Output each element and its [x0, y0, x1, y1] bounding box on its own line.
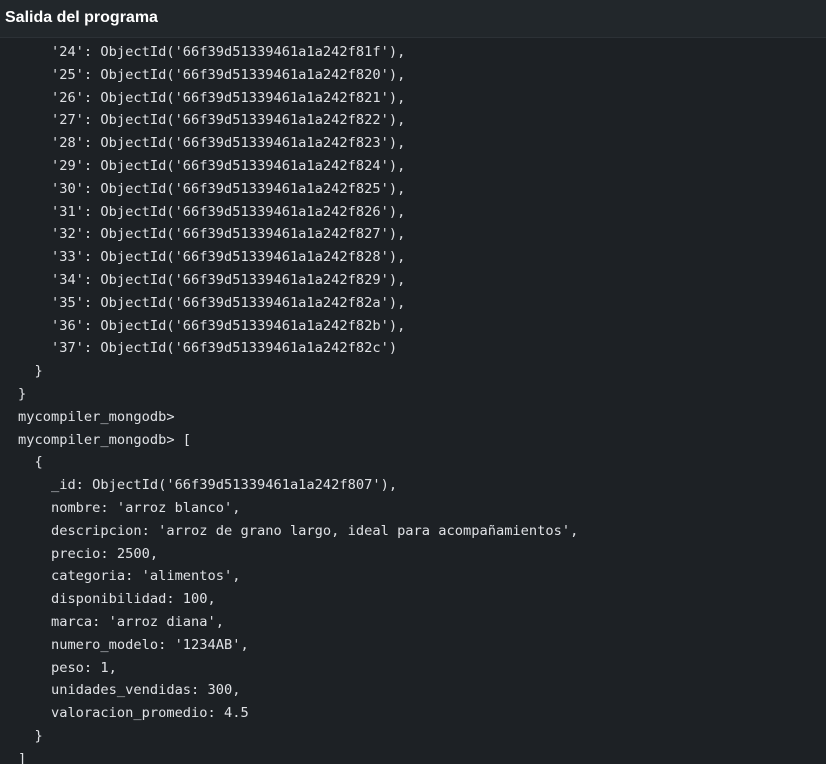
console-line: numero_modelo: '1234AB',	[18, 636, 249, 653]
console-line: '27': ObjectId('66f39d51339461a1a242f822…	[18, 112, 406, 129]
console-line: '26': ObjectId('66f39d51339461a1a242f821…	[18, 89, 406, 106]
console-line: descripcion: 'arroz de grano largo, idea…	[18, 522, 579, 539]
console-line: '34': ObjectId('66f39d51339461a1a242f829…	[18, 271, 406, 288]
console-line: {	[18, 454, 43, 471]
console-line: '25': ObjectId('66f39d51339461a1a242f820…	[18, 66, 406, 83]
console-line: '31': ObjectId('66f39d51339461a1a242f826…	[18, 203, 406, 220]
console-output[interactable]: '24': ObjectId('66f39d51339461a1a242f81f…	[18, 41, 578, 764]
console-line: unidades_vendidas: 300,	[18, 682, 241, 699]
panel-header: Salida del programa	[0, 0, 826, 38]
console-line: valoracion_promedio: 4.5	[18, 705, 249, 722]
console-line: '33': ObjectId('66f39d51339461a1a242f828…	[18, 249, 406, 266]
console-line: mycompiler_mongodb>	[18, 408, 175, 425]
program-output-panel: Salida del programa '24': ObjectId('66f3…	[0, 0, 826, 764]
console-line: }	[18, 385, 27, 402]
console-line: ]	[18, 750, 27, 764]
console-line: marca: 'arroz diana',	[18, 613, 225, 630]
panel-title: Salida del programa	[5, 9, 158, 26]
console-line: }	[18, 363, 43, 380]
console-line: categoria: 'alimentos',	[18, 568, 241, 585]
console-line: '28': ObjectId('66f39d51339461a1a242f823…	[18, 135, 406, 152]
console-line: '32': ObjectId('66f39d51339461a1a242f827…	[18, 226, 406, 243]
console-line: peso: 1,	[18, 659, 117, 676]
console-line: mycompiler_mongodb> [	[18, 431, 192, 448]
console-line: '30': ObjectId('66f39d51339461a1a242f825…	[18, 180, 406, 197]
console-line: '24': ObjectId('66f39d51339461a1a242f81f…	[18, 44, 406, 60]
console-line: precio: 2500,	[18, 545, 159, 562]
console-line: '35': ObjectId('66f39d51339461a1a242f82a…	[18, 294, 406, 311]
console-line: '29': ObjectId('66f39d51339461a1a242f824…	[18, 157, 406, 174]
console-line: nombre: 'arroz blanco',	[18, 499, 241, 516]
console-line: }	[18, 727, 43, 744]
console-line: _id: ObjectId('66f39d51339461a1a242f807'…	[18, 477, 398, 494]
console-line: '36': ObjectId('66f39d51339461a1a242f82b…	[18, 317, 406, 334]
console-line: '37': ObjectId('66f39d51339461a1a242f82c…	[18, 340, 398, 357]
console-line: disponibilidad: 100,	[18, 591, 216, 608]
